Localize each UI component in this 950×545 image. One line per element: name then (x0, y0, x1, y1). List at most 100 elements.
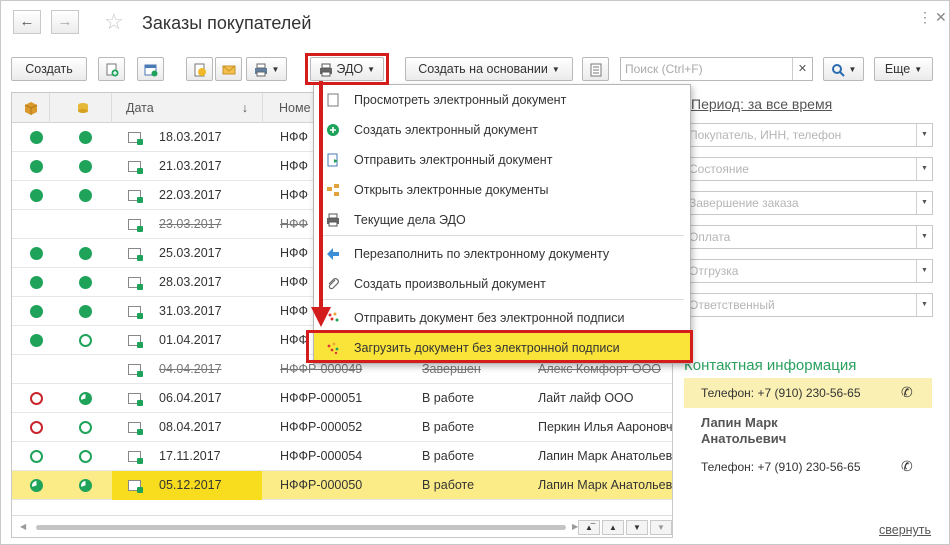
search-input[interactable]: Поиск (Ctrl+F) ✕ (620, 57, 813, 81)
filter-field[interactable]: Состояние ▼ (684, 157, 933, 181)
history-button[interactable] (186, 57, 213, 81)
contact-info-header: Контактная информация (684, 357, 857, 374)
scroll-top-button[interactable]: ▲̅ (578, 520, 600, 535)
shipment-status-icon (30, 160, 43, 173)
payment-status-icon (79, 450, 92, 463)
menu-item[interactable]: Просмотреть электронный документ (314, 85, 690, 115)
table-row[interactable]: 05.12.2017 НФФР-000050 В работе Лапин Марк … (12, 471, 672, 500)
menu-item[interactable]: Перезаполнить по электронному документу (314, 239, 690, 269)
page-title: Заказы покупателей (142, 13, 312, 33)
contact-phone-2[interactable]: Телефон: +7 (910) 230-56-65 (701, 460, 861, 474)
filter-placeholder: Состояние (689, 162, 749, 176)
date-cell: 21.03.2017 (159, 159, 222, 173)
shipment-status-icon (30, 247, 43, 260)
report-button[interactable] (582, 57, 609, 81)
status-cell: В работе (422, 420, 475, 434)
payment-status-icon (79, 392, 92, 405)
phone-icon[interactable]: ✆ (901, 458, 913, 475)
shipment-status-icon (30, 450, 43, 463)
clear-search-icon[interactable]: ✕ (792, 58, 812, 80)
create-button[interactable]: Создать (11, 57, 87, 81)
chevron-down-icon[interactable]: ▼ (916, 158, 932, 180)
filter-field[interactable]: Завершение заказа ▼ (684, 191, 933, 215)
shipment-status-icon (30, 305, 43, 318)
table-row[interactable]: 06.04.2017 НФФР-000051 В работе Лайт лайф О… (12, 384, 672, 413)
envelope-icon (222, 65, 235, 75)
menu-separator (322, 235, 684, 236)
payment-status-icon (79, 334, 92, 347)
close-icon[interactable]: ✕ (935, 9, 947, 26)
chevron-down-icon[interactable]: ▼ (916, 260, 932, 282)
scroll-bottom-button[interactable]: ▼ (650, 520, 672, 535)
more-button[interactable]: Еще ▼ (874, 57, 933, 81)
contact-phone-highlight: Телефон: +7 (910) 230-56-65 ✆ (684, 378, 932, 408)
scroll-up-button[interactable]: ▲ (602, 520, 624, 535)
search-button[interactable]: ▼ (823, 57, 864, 81)
menu-item-label: Перезаполнить по электронному документу (354, 247, 610, 261)
create-based-label: Создать на основании (418, 62, 548, 76)
horizontal-scrollbar[interactable]: ◀ ▶ ▲̅ ▲ ▼ ▼ (12, 515, 672, 537)
more-label: Еще (884, 62, 911, 76)
table-row[interactable]: 08.04.2017 НФФР-000052 В работе Перкин Илья… (12, 413, 672, 442)
coins-icon (78, 103, 88, 113)
email-button[interactable] (215, 57, 242, 81)
period-link[interactable]: Период: за все время (691, 96, 832, 112)
payment-status-icon (79, 131, 92, 144)
edo-dropdown-menu: Просмотреть электронный документ Создать … (313, 84, 691, 364)
window-menu-icon[interactable]: ⋮ (918, 9, 932, 26)
back-arrow-icon[interactable]: ← (13, 10, 41, 34)
date-cell: 05.12.2017 (159, 478, 222, 492)
upload-item-highlight (306, 330, 693, 363)
printer-icon (254, 63, 267, 77)
edo-document-icon (128, 480, 143, 493)
menu-separator (322, 299, 684, 300)
shipment-status-icon (30, 131, 43, 144)
chevron-down-icon[interactable]: ▼ (916, 294, 932, 316)
edo-document-icon (128, 161, 143, 174)
forward-arrow-icon[interactable]: → (51, 10, 79, 34)
menu-item[interactable]: Создать электронный документ (314, 115, 690, 145)
print-button[interactable]: ▼ (246, 57, 287, 81)
collapse-link[interactable]: свернуть (879, 523, 931, 537)
filter-placeholder: Завершение заказа (689, 196, 799, 210)
calendar-add-icon (144, 64, 157, 77)
copy-button[interactable] (98, 57, 125, 81)
filter-field[interactable]: Отгрузка ▼ (684, 259, 933, 283)
magnifier-icon (831, 63, 845, 77)
menu-item[interactable]: Текущие дела ЭДО (314, 205, 690, 235)
favorite-star-icon[interactable]: ☆ (104, 9, 124, 35)
chevron-down-icon[interactable]: ▼ (916, 226, 932, 248)
table-row[interactable]: 17.11.2017 НФФР-000054 В работе Лапин Марк … (12, 442, 673, 471)
chevron-down-icon[interactable]: ▼ (916, 124, 932, 146)
chevron-down-icon[interactable]: ▼ (916, 192, 932, 214)
menu-item[interactable]: Отправить документ без электронной подпи… (314, 303, 690, 333)
calendar-button[interactable] (137, 57, 164, 81)
date-cell: 28.03.2017 (159, 275, 222, 289)
scroll-left-icon[interactable]: ◀ (20, 522, 26, 531)
payment-status-icon (79, 247, 92, 260)
scroll-down-button[interactable]: ▼ (626, 520, 648, 535)
date-cell: 06.04.2017 (159, 391, 222, 405)
phone-icon[interactable]: ✆ (901, 384, 913, 401)
orders-window: ← → ☆ Заказы покупателей ⋮ ✕ Создать ▼ Э… (0, 0, 950, 545)
filter-field[interactable]: Ответственный ▼ (684, 293, 933, 317)
menu-item[interactable]: Создать произвольный документ (314, 269, 690, 299)
shipment-column-header[interactable] (12, 93, 50, 123)
filter-field[interactable]: Оплата ▼ (684, 225, 933, 249)
date-column-header[interactable]: Дата ↓ (112, 93, 263, 123)
create-based-button[interactable]: Создать на основании ▼ (405, 57, 573, 81)
scrollbar-thumb[interactable] (36, 525, 566, 530)
menu-item-label: Текущие дела ЭДО (354, 213, 466, 227)
status-cell: В работе (422, 478, 475, 492)
filter-placeholder: Оплата (689, 230, 731, 244)
payment-column-header[interactable] (50, 93, 112, 123)
menu-item[interactable]: Открыть электронные документы (314, 175, 690, 205)
filter-field[interactable]: Покупатель, ИНН, телефон ▼ (684, 123, 933, 147)
edo-document-icon (128, 132, 143, 145)
filter-placeholder: Покупатель, ИНН, телефон (689, 128, 842, 142)
client-cell: Лапин Марк Анатольев (538, 449, 673, 463)
menu-item[interactable]: Отправить электронный документ (314, 145, 690, 175)
edo-document-icon (128, 190, 143, 203)
contact-phone-1[interactable]: Телефон: +7 (910) 230-56-65 (701, 386, 861, 400)
menu-item-label: Отправить электронный документ (354, 153, 553, 167)
